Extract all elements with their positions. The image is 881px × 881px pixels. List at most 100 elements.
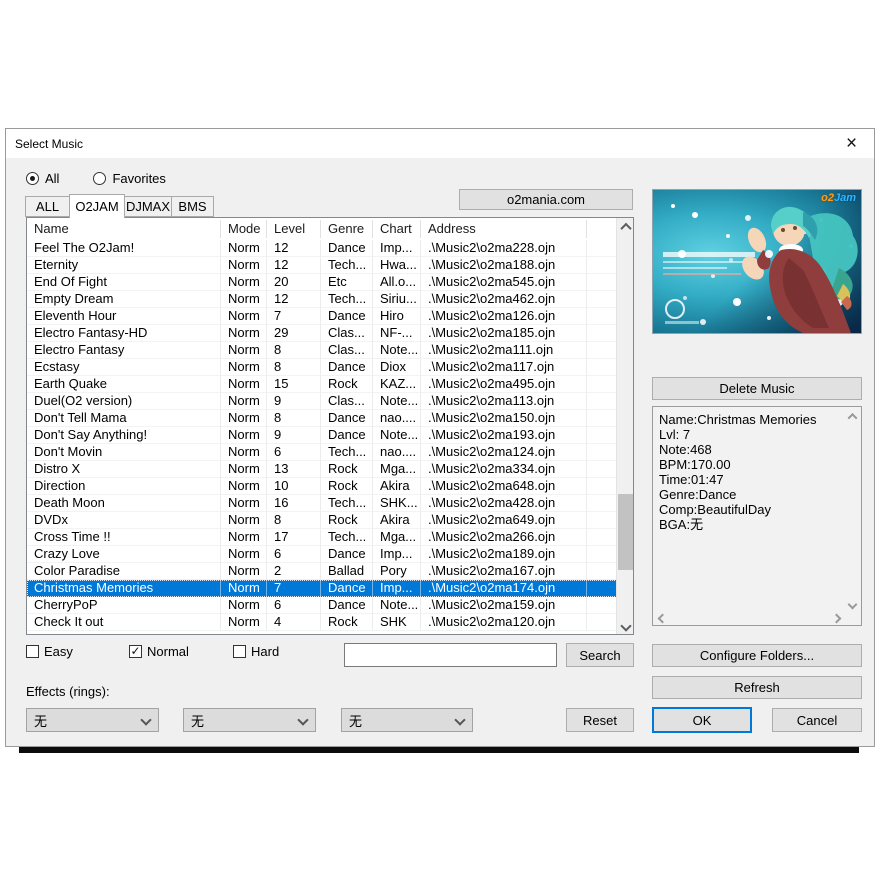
cell-name: Check It out: [27, 614, 221, 631]
cell-name: Duel(O2 version): [27, 393, 221, 410]
column-header-address[interactable]: Address: [421, 220, 587, 238]
checkbox-normal[interactable]: ✓ Normal: [129, 644, 189, 659]
cell-level: 12: [267, 240, 321, 257]
radio-all[interactable]: All: [26, 171, 59, 186]
close-icon[interactable]: ×: [829, 129, 874, 158]
effect-ring-dropdown-1[interactable]: 无: [26, 708, 159, 732]
table-row[interactable]: Christmas Memories Norm 7 Dance Imp... .…: [27, 580, 633, 597]
cell-address: .\Music2\o2ma174.ojn: [421, 580, 587, 597]
cell-level: 4: [267, 614, 321, 631]
table-row[interactable]: Empty Dream Norm 12 Tech... Siriu... .\M…: [27, 291, 633, 308]
chevron-down-icon: [140, 714, 152, 726]
column-header-level[interactable]: Level: [267, 220, 321, 238]
delete-music-button[interactable]: Delete Music: [652, 377, 862, 400]
table-row[interactable]: Cross Time !! Norm 17 Tech... Mga... .\M…: [27, 529, 633, 546]
o2mania-website-button[interactable]: o2mania.com: [459, 189, 633, 210]
table-row[interactable]: Electro Fantasy-HD Norm 29 Clas... NF-..…: [27, 325, 633, 342]
tab-all[interactable]: ALL: [25, 196, 70, 217]
table-row[interactable]: Don't Movin Norm 6 Tech... nao.... .\Mus…: [27, 444, 633, 461]
effect-ring-dropdown-2[interactable]: 无: [183, 708, 316, 732]
table-row[interactable]: Earth Quake Norm 15 Rock KAZ... .\Music2…: [27, 376, 633, 393]
info-scroll-up-icon[interactable]: [844, 409, 861, 424]
table-row[interactable]: Distro X Norm 13 Rock Mga... .\Music2\o2…: [27, 461, 633, 478]
refresh-button[interactable]: Refresh: [652, 676, 862, 699]
cell-name: Death Moon: [27, 495, 221, 512]
cell-genre: Tech...: [321, 291, 373, 308]
table-row[interactable]: Eternity Norm 12 Tech... Hwa... .\Music2…: [27, 257, 633, 274]
cell-mode: Norm: [221, 308, 267, 325]
tab-bms[interactable]: BMS: [171, 196, 214, 217]
checkbox-hard[interactable]: ✓ Hard: [233, 644, 279, 659]
table-row[interactable]: Ecstasy Norm 8 Dance Diox .\Music2\o2ma1…: [27, 359, 633, 376]
column-header-chart[interactable]: Chart: [373, 220, 421, 238]
cell-chart: Imp...: [373, 240, 421, 257]
dialog-drop-shadow: [19, 747, 859, 753]
table-row[interactable]: DVDx Norm 8 Rock Akira .\Music2\o2ma649.…: [27, 512, 633, 529]
checkbox-easy[interactable]: ✓ Easy: [26, 644, 73, 659]
configure-folders-button[interactable]: Configure Folders...: [652, 644, 862, 667]
cell-mode: Norm: [221, 291, 267, 308]
table-row[interactable]: Crazy Love Norm 6 Dance Imp... .\Music2\…: [27, 546, 633, 563]
cell-mode: Norm: [221, 546, 267, 563]
cell-mode: Norm: [221, 512, 267, 529]
info-scroll-left-icon[interactable]: [655, 612, 670, 625]
cell-chart: KAZ...: [373, 376, 421, 393]
info-vertical-scrollbar[interactable]: [844, 407, 861, 612]
info-scroll-down-icon[interactable]: [844, 597, 861, 612]
song-table-header: Name Mode Level Genre Chart Address: [27, 218, 633, 240]
tab-o2jam[interactable]: O2JAM: [69, 194, 125, 218]
cell-genre: Tech...: [321, 495, 373, 512]
cell-mode: Norm: [221, 257, 267, 274]
cell-filler: [587, 291, 618, 308]
cell-level: 6: [267, 546, 321, 563]
column-header-name[interactable]: Name: [27, 220, 221, 238]
table-row[interactable]: End Of Fight Norm 20 Etc All.o... .\Musi…: [27, 274, 633, 291]
table-row[interactable]: Death Moon Norm 16 Tech... SHK... .\Musi…: [27, 495, 633, 512]
cell-mode: Norm: [221, 240, 267, 257]
table-row[interactable]: Duel(O2 version) Norm 9 Clas... Note... …: [27, 393, 633, 410]
scrollbar-thumb[interactable]: [618, 494, 633, 570]
table-vertical-scrollbar[interactable]: [616, 218, 633, 634]
column-header-genre[interactable]: Genre: [321, 220, 373, 238]
table-row[interactable]: Electro Fantasy Norm 8 Clas... Note... .…: [27, 342, 633, 359]
column-header-mode[interactable]: Mode: [221, 220, 267, 238]
table-row[interactable]: Feel The O2Jam! Norm 12 Dance Imp... .\M…: [27, 240, 633, 257]
info-scroll-right-icon[interactable]: [829, 612, 844, 625]
cell-name: End Of Fight: [27, 274, 221, 291]
cell-filler: [587, 597, 618, 614]
scroll-down-icon[interactable]: [617, 617, 633, 634]
scroll-up-icon[interactable]: [617, 218, 633, 235]
table-row[interactable]: Don't Tell Mama Norm 8 Dance nao.... .\M…: [27, 410, 633, 427]
cell-address: .\Music2\o2ma193.ojn: [421, 427, 587, 444]
search-button[interactable]: Search: [566, 643, 634, 667]
checkbox-normal-box: ✓: [129, 643, 142, 658]
cell-filler: [587, 461, 618, 478]
reset-button[interactable]: Reset: [566, 708, 634, 732]
cell-name: Don't Movin: [27, 444, 221, 461]
checkbox-easy-box: ✓: [26, 645, 39, 658]
table-row[interactable]: CherryPoP Norm 6 Dance Note... .\Music2\…: [27, 597, 633, 614]
search-input[interactable]: [344, 643, 557, 667]
tab-djmax[interactable]: DJMAX: [124, 196, 172, 217]
cancel-button[interactable]: Cancel: [772, 708, 862, 732]
table-row[interactable]: Color Paradise Norm 2 Ballad Pory .\Musi…: [27, 563, 633, 580]
cell-level: 9: [267, 393, 321, 410]
effect-ring-dropdown-3[interactable]: 无: [341, 708, 473, 732]
cell-genre: Ballad: [321, 563, 373, 580]
cell-address: .\Music2\o2ma117.ojn: [421, 359, 587, 376]
cell-level: 12: [267, 257, 321, 274]
table-row[interactable]: Check It out Norm 4 Rock SHK .\Music2\o2…: [27, 614, 633, 631]
table-row[interactable]: Don't Say Anything! Norm 9 Dance Note...…: [27, 427, 633, 444]
cell-filler: [587, 257, 618, 274]
chevron-down-icon: [454, 714, 466, 726]
info-horizontal-scrollbar[interactable]: [653, 612, 844, 625]
cell-mode: Norm: [221, 444, 267, 461]
cell-chart: Akira: [373, 478, 421, 495]
table-row[interactable]: Eleventh Hour Norm 7 Dance Hiro .\Music2…: [27, 308, 633, 325]
cell-chart: nao....: [373, 410, 421, 427]
radio-favorites[interactable]: Favorites: [93, 171, 166, 186]
effect-ring-2-value: 无: [191, 713, 205, 729]
ok-button[interactable]: OK: [652, 707, 752, 733]
table-row[interactable]: Direction Norm 10 Rock Akira .\Music2\o2…: [27, 478, 633, 495]
effect-ring-3-value: 无: [349, 713, 363, 729]
